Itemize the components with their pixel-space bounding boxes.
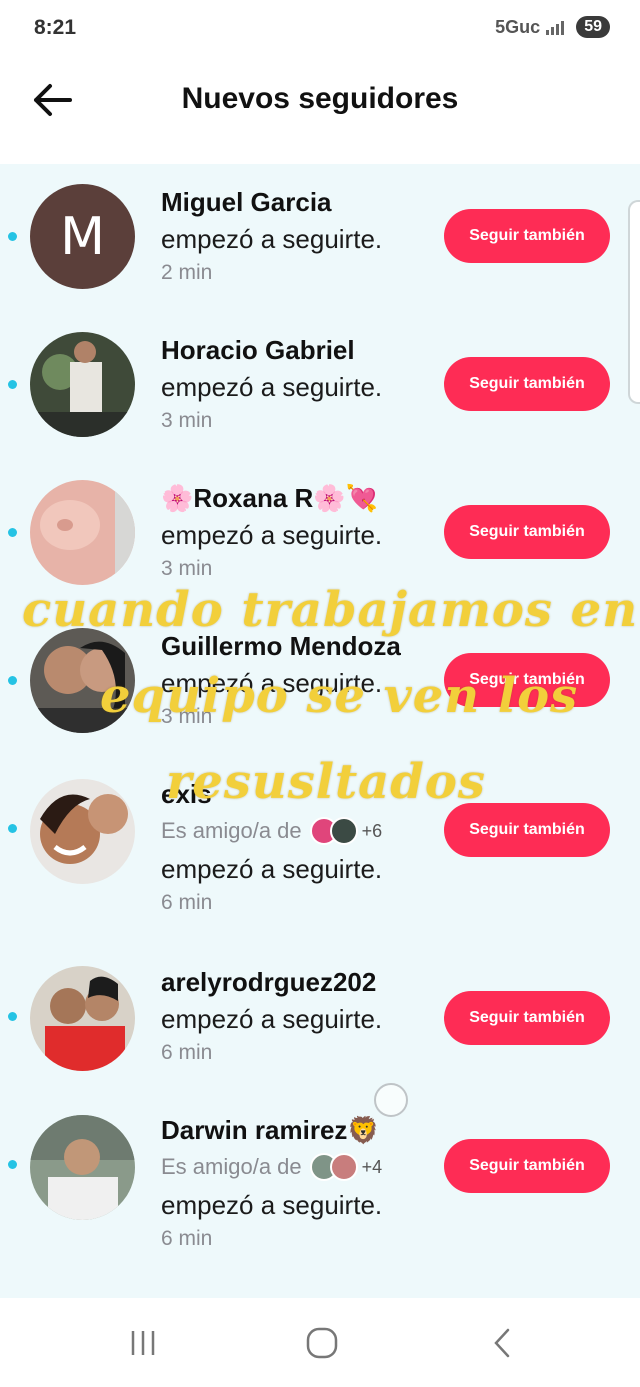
header: Nuevos seguidores: [0, 60, 640, 160]
back-chevron-icon: [494, 1328, 510, 1358]
follower-row[interactable]: Guillermo Mendoza empezó a seguirte. 3 m…: [0, 628, 640, 738]
status-bar: 8:21 5Guc 59: [0, 0, 640, 60]
system-nav-bar: [0, 1298, 640, 1387]
follower-name[interactable]: Horacio Gabriel: [161, 334, 431, 366]
follower-text: Miguel Garcia empezó a seguirte. 2 min: [161, 186, 431, 288]
follower-text: Guillermo Mendoza empezó a seguirte. 3 m…: [161, 630, 431, 732]
avatar[interactable]: [30, 332, 135, 437]
scrollbar[interactable]: [628, 200, 640, 404]
follower-time: 6 min: [161, 1227, 213, 1250]
follower-text: 🌸Roxana R🌸💘 empezó a seguirte. 3 min: [161, 482, 431, 584]
follower-time: 3 min: [161, 705, 213, 728]
follower-time: 6 min: [161, 891, 213, 914]
followers-list[interactable]: M Miguel Garcia empezó a seguirte. 2 min…: [0, 164, 640, 1298]
avatar[interactable]: M: [30, 184, 135, 289]
follower-time: 2 min: [161, 261, 213, 284]
unread-dot: [8, 676, 17, 685]
unread-dot: [8, 824, 17, 833]
page-title: Nuevos seguidores: [181, 82, 459, 115]
follower-action: empezó a seguirte.: [161, 520, 383, 550]
battery-indicator: 59: [576, 16, 610, 38]
follower-time: 3 min: [161, 557, 213, 580]
unread-dot: [8, 380, 17, 389]
follower-row[interactable]: 🌸Roxana R🌸💘 empezó a seguirte. 3 min Seg…: [0, 480, 640, 590]
follower-action: empezó a seguirte.: [161, 854, 383, 884]
recents-icon: [131, 1331, 155, 1355]
avatar[interactable]: [30, 628, 135, 733]
follow-back-button[interactable]: Seguir también: [444, 209, 610, 263]
mutual-count: +4: [361, 1157, 383, 1177]
unread-dot: [8, 1012, 17, 1021]
follower-row[interactable]: exis Es amigo/a de +6 empezó a seguirte.…: [0, 776, 640, 926]
follower-name[interactable]: arelyrodrguez202: [161, 966, 431, 998]
follow-back-button[interactable]: Seguir también: [444, 357, 610, 411]
follower-name[interactable]: 🌸Roxana R🌸💘: [161, 482, 431, 514]
mutual-avatar: [329, 817, 358, 845]
follower-text: Darwin ramirez🦁 Es amigo/a de +4 empezó …: [161, 1114, 431, 1254]
mutual-friends-label: Es amigo/a de: [161, 1154, 302, 1179]
avatar[interactable]: [30, 966, 135, 1071]
avatar-photo: [30, 332, 135, 437]
follower-name[interactable]: exis: [161, 778, 431, 810]
avatar-letter: M: [60, 206, 105, 267]
status-icons: 5Guc 59: [495, 16, 610, 38]
follower-action: empezó a seguirte.: [161, 1190, 383, 1220]
follow-back-button[interactable]: Seguir también: [444, 1139, 610, 1193]
home-button[interactable]: [292, 1326, 352, 1360]
follow-back-button[interactable]: Seguir también: [444, 505, 610, 559]
avatar-photo: [30, 480, 135, 585]
follow-back-button[interactable]: Seguir también: [444, 653, 610, 707]
avatar[interactable]: [30, 480, 135, 585]
follower-name[interactable]: Guillermo Mendoza: [161, 630, 431, 662]
unread-dot: [8, 232, 17, 241]
follower-action: empezó a seguirte.: [161, 668, 383, 698]
follower-name[interactable]: Darwin ramirez🦁: [161, 1114, 431, 1146]
home-icon: [306, 1327, 338, 1359]
follower-text: exis Es amigo/a de +6 empezó a seguirte.…: [161, 778, 431, 918]
unread-dot: [8, 528, 17, 537]
follower-time: 3 min: [161, 409, 213, 432]
mutual-count: +6: [361, 821, 383, 841]
follower-action: empezó a seguirte.: [161, 224, 383, 254]
avatar-photo: [30, 1115, 135, 1220]
follower-text: arelyrodrguez202 empezó a seguirte. 6 mi…: [161, 966, 431, 1068]
unread-dot: [8, 1160, 17, 1169]
follower-time: 6 min: [161, 1041, 213, 1064]
follower-text: Horacio Gabriel empezó a seguirte. 3 min: [161, 334, 431, 436]
mutual-friends: Es amigo/a de +4: [161, 1150, 431, 1184]
avatar-photo: [30, 966, 135, 1071]
follow-back-button[interactable]: Seguir también: [444, 803, 610, 857]
follower-row[interactable]: arelyrodrguez202 empezó a seguirte. 6 mi…: [0, 964, 640, 1074]
follower-action: empezó a seguirte.: [161, 1004, 383, 1034]
follower-row[interactable]: Darwin ramirez🦁 Es amigo/a de +4 empezó …: [0, 1112, 640, 1262]
recent-apps-button[interactable]: [113, 1326, 173, 1360]
avatar-photo: [30, 628, 135, 733]
avatar[interactable]: [30, 1115, 135, 1220]
touch-indicator: [374, 1083, 408, 1117]
mutual-friends: Es amigo/a de +6: [161, 814, 431, 848]
avatar-photo: [30, 779, 135, 884]
avatar[interactable]: [30, 779, 135, 884]
follow-back-button[interactable]: Seguir también: [444, 991, 610, 1045]
mutual-avatar: [329, 1153, 358, 1181]
signal-icon: [546, 19, 565, 35]
network-type: 5Guc: [495, 16, 541, 37]
follower-name[interactable]: Miguel Garcia: [161, 186, 431, 218]
follower-row[interactable]: M Miguel Garcia empezó a seguirte. 2 min…: [0, 184, 640, 294]
status-time: 8:21: [34, 16, 77, 39]
system-back-button[interactable]: [472, 1326, 532, 1360]
mutual-friends-label: Es amigo/a de: [161, 818, 302, 843]
follower-action: empezó a seguirte.: [161, 372, 383, 402]
follower-row[interactable]: Horacio Gabriel empezó a seguirte. 3 min…: [0, 332, 640, 442]
